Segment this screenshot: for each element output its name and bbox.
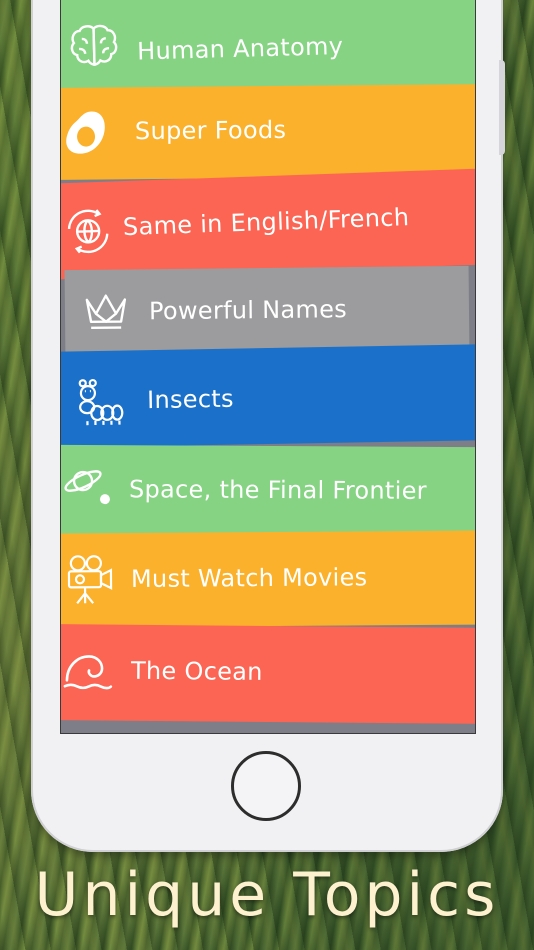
topic-label: Must Watch Movies: [130, 563, 368, 593]
globe-icon: [61, 203, 116, 259]
topic-label: Same in English/French: [122, 203, 410, 242]
brain-icon: [66, 20, 121, 75]
promo-caption: Unique Topics: [34, 860, 500, 930]
topic-list-screen: Human Anatomy Super Foods Same in Englis…: [60, 0, 476, 734]
movie-camera-icon: [63, 553, 117, 607]
topic-label: Human Anatomy: [136, 32, 344, 66]
wave-icon: [61, 646, 115, 700]
topic-powerful-names[interactable]: Powerful Names: [64, 265, 470, 359]
topic-space-final-frontier[interactable]: Space, the Final Frontier: [61, 444, 475, 538]
topic-label: Space, the Final Frontier: [128, 475, 427, 505]
planet-icon: [61, 461, 115, 515]
topic-same-in-english-french[interactable]: Same in English/French: [61, 168, 475, 280]
home-button[interactable]: [231, 751, 301, 821]
topic-label: Super Foods: [134, 115, 287, 146]
phone-side-button: [499, 60, 505, 155]
crown-icon: [79, 283, 134, 338]
topic-the-ocean[interactable]: The Ocean: [61, 624, 475, 724]
topic-insects[interactable]: Insects: [61, 344, 475, 448]
topic-must-watch-movies[interactable]: Must Watch Movies: [61, 530, 475, 628]
topic-label: The Ocean: [130, 656, 263, 686]
topic-label: Insects: [146, 384, 235, 415]
caterpillar-icon: [71, 377, 126, 432]
topic-super-foods[interactable]: Super Foods: [61, 84, 475, 180]
avocado-icon: [61, 105, 113, 159]
topic-label: Powerful Names: [148, 295, 348, 326]
